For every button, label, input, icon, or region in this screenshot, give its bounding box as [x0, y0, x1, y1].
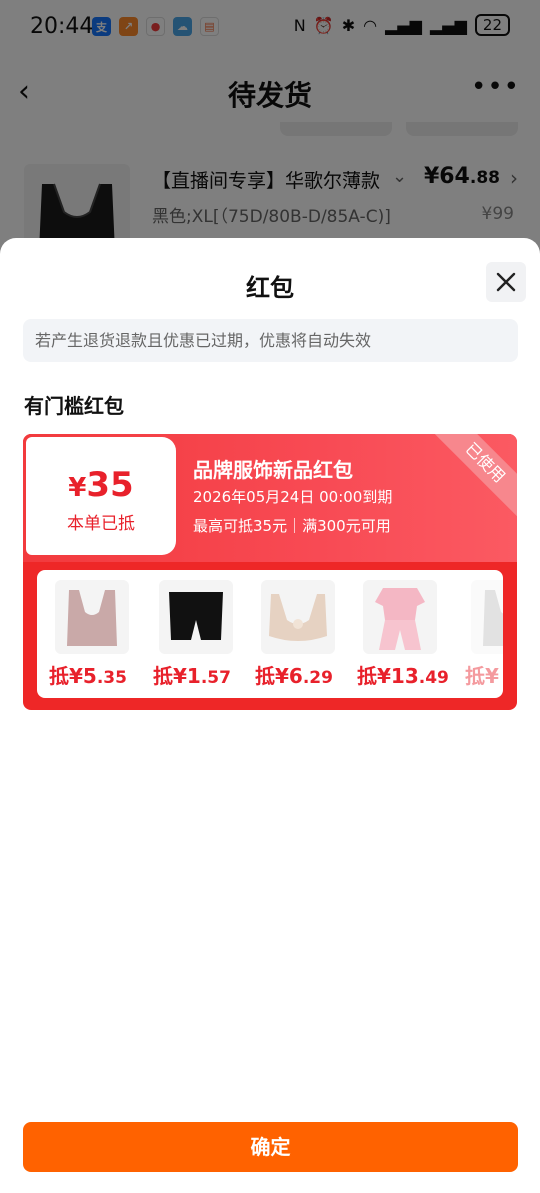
product-image: [159, 580, 233, 654]
coupon-products-panel[interactable]: 抵¥5.35 抵¥1.57 抵¥6.29 抵¥13.49 抵¥: [37, 570, 503, 698]
red-packet-sheet: 红包 若产生退货退款且优惠已过期，优惠将自动失效 有门槛红包 ¥35 本单已抵 …: [0, 238, 540, 1193]
coupon-product-item[interactable]: 抵¥1.57: [153, 580, 243, 690]
product-deduction: 抵¥5.35: [49, 664, 127, 688]
sheet-title: 红包: [246, 274, 294, 302]
confirm-button[interactable]: 确定: [23, 1122, 518, 1172]
product-image: [55, 580, 129, 654]
coupon-product-item[interactable]: 抵¥5.35: [49, 580, 139, 690]
notice-banner: 若产生退货退款且优惠已过期，优惠将自动失效: [23, 319, 518, 362]
section-title: 有门槛红包: [24, 394, 124, 418]
coupon-product-item[interactable]: 抵¥13.49: [357, 580, 457, 690]
coupon-name: 品牌服饰新品红包: [193, 458, 353, 482]
product-image: [363, 580, 437, 654]
coupon-expire: 2026年05月24日 00:00到期: [193, 488, 393, 506]
product-deduction: 抵¥: [465, 664, 499, 688]
coupon-amount: ¥35: [68, 465, 134, 505]
coupon-card[interactable]: ¥35 本单已抵 品牌服饰新品红包 2026年05月24日 00:00到期 最高…: [23, 434, 517, 710]
close-button[interactable]: [486, 262, 526, 302]
product-deduction: 抵¥1.57: [153, 664, 231, 688]
product-image: [471, 580, 503, 654]
coupon-rule: 最高可抵35元｜满300元可用: [193, 517, 391, 535]
coupon-amount-box: ¥35 本单已抵: [26, 437, 176, 555]
close-icon: [496, 272, 516, 292]
product-image: [261, 580, 335, 654]
coupon-product-item[interactable]: 抵¥6.29: [255, 580, 345, 690]
product-deduction: 抵¥6.29: [255, 664, 333, 688]
product-deduction: 抵¥13.49: [357, 664, 449, 688]
coupon-used-label: 本单已抵: [67, 514, 135, 534]
coupon-product-item[interactable]: 抵¥: [465, 580, 503, 690]
